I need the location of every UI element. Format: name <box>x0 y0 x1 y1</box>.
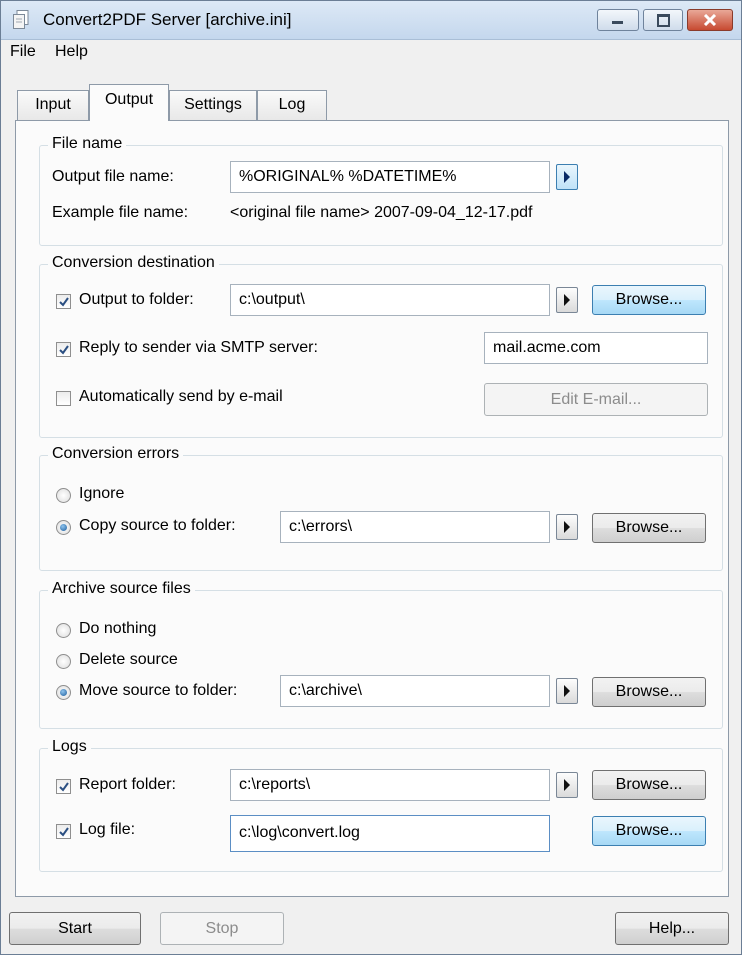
arrow-right-icon <box>564 521 570 533</box>
output-file-name-label: Output file name: <box>52 168 174 185</box>
conversion-errors-group: Conversion errors Ignore Copy source to … <box>39 445 723 571</box>
report-folder-arrow-button[interactable] <box>556 772 578 798</box>
app-icon <box>13 10 29 30</box>
app-window: Convert2PDF Server [archive.ini] File He… <box>0 0 742 955</box>
minimize-icon <box>612 21 623 24</box>
do-nothing-radio[interactable] <box>56 623 71 638</box>
copy-source-radio[interactable] <box>56 520 71 535</box>
tab-input[interactable]: Input <box>17 90 89 120</box>
conversion-destination-group: Conversion destination Output to folder:… <box>39 254 723 438</box>
output-folder-input[interactable]: c:\output\ <box>230 284 550 316</box>
tab-log[interactable]: Log <box>257 90 327 120</box>
example-file-name-label: Example file name: <box>52 204 189 221</box>
radio-selected-dot <box>60 689 67 696</box>
delete-source-radio[interactable] <box>56 654 71 669</box>
arrow-right-icon <box>564 294 570 306</box>
output-to-folder-checkbox[interactable] <box>56 294 71 309</box>
edit-email-button[interactable]: Edit E-mail... <box>484 383 708 416</box>
group-title: File name <box>48 135 127 153</box>
smtp-server-input[interactable]: mail.acme.com <box>484 332 708 364</box>
log-file-checkbox[interactable] <box>56 824 71 839</box>
title-bar[interactable]: Convert2PDF Server [archive.ini] <box>1 1 741 40</box>
maximize-icon <box>657 14 670 27</box>
browse-log-file-button[interactable]: Browse... <box>592 816 706 846</box>
insert-variable-button[interactable] <box>556 164 578 190</box>
checkmark-icon <box>59 297 69 307</box>
browse-errors-folder-button[interactable]: Browse... <box>592 513 706 543</box>
report-folder-input[interactable]: c:\reports\ <box>230 769 550 801</box>
browse-output-folder-button[interactable]: Browse... <box>592 285 706 315</box>
maximize-button[interactable] <box>643 9 683 31</box>
ignore-label[interactable]: Ignore <box>79 485 124 503</box>
close-icon <box>703 14 717 26</box>
output-folder-arrow-button[interactable] <box>556 287 578 313</box>
group-title: Archive source files <box>48 580 195 598</box>
minimize-button[interactable] <box>597 9 639 31</box>
archive-folder-arrow-button[interactable] <box>556 678 578 704</box>
errors-folder-input[interactable]: c:\errors\ <box>280 511 550 543</box>
file-name-group: File name Output file name: %ORIGINAL% %… <box>39 135 723 246</box>
group-title: Logs <box>48 738 91 756</box>
group-title: Conversion errors <box>48 445 184 463</box>
do-nothing-label[interactable]: Do nothing <box>79 620 156 638</box>
reply-smtp-label[interactable]: Reply to sender via SMTP server: <box>79 339 318 357</box>
copy-source-label[interactable]: Copy source to folder: <box>79 517 236 535</box>
auto-email-label[interactable]: Automatically send by e-mail <box>79 388 283 406</box>
stop-button[interactable]: Stop <box>160 912 284 945</box>
menu-help[interactable]: Help <box>55 43 88 61</box>
checkmark-icon <box>59 345 69 355</box>
help-button[interactable]: Help... <box>615 912 729 945</box>
delete-source-label[interactable]: Delete source <box>79 651 178 669</box>
example-file-name-value: <original file name> 2007-09-04_12-17.pd… <box>230 204 533 221</box>
close-button[interactable] <box>687 9 733 31</box>
logs-group: Logs Report folder: c:\reports\ Browse..… <box>39 738 723 872</box>
arrow-right-icon <box>564 779 570 791</box>
checkmark-icon <box>59 827 69 837</box>
reply-smtp-checkbox[interactable] <box>56 342 71 357</box>
report-folder-label[interactable]: Report folder: <box>79 776 176 794</box>
radio-selected-dot <box>60 524 67 531</box>
arrow-right-icon <box>564 171 570 183</box>
output-file-name-input[interactable]: %ORIGINAL% %DATETIME% <box>230 161 550 193</box>
start-button[interactable]: Start <box>9 912 141 945</box>
archive-source-group: Archive source files Do nothing Delete s… <box>39 580 723 729</box>
menu-bar: File Help <box>1 40 741 64</box>
output-to-folder-label[interactable]: Output to folder: <box>79 291 194 309</box>
ignore-radio[interactable] <box>56 488 71 503</box>
group-title: Conversion destination <box>48 254 219 272</box>
window-title: Convert2PDF Server [archive.ini] <box>43 10 292 29</box>
move-source-label[interactable]: Move source to folder: <box>79 682 237 700</box>
move-source-radio[interactable] <box>56 685 71 700</box>
auto-email-checkbox[interactable] <box>56 391 71 406</box>
log-file-label[interactable]: Log file: <box>79 821 135 839</box>
output-tab-panel: File name Output file name: %ORIGINAL% %… <box>15 120 729 897</box>
browse-report-folder-button[interactable]: Browse... <box>592 770 706 800</box>
archive-folder-input[interactable]: c:\archive\ <box>280 675 550 707</box>
errors-folder-arrow-button[interactable] <box>556 514 578 540</box>
menu-file[interactable]: File <box>10 43 36 61</box>
checkmark-icon <box>59 782 69 792</box>
browse-archive-folder-button[interactable]: Browse... <box>592 677 706 707</box>
arrow-right-icon <box>564 685 570 697</box>
report-folder-checkbox[interactable] <box>56 779 71 794</box>
tab-settings[interactable]: Settings <box>169 90 257 120</box>
log-file-input[interactable]: c:\log\convert.log <box>230 815 550 852</box>
tab-output[interactable]: Output <box>89 84 169 121</box>
